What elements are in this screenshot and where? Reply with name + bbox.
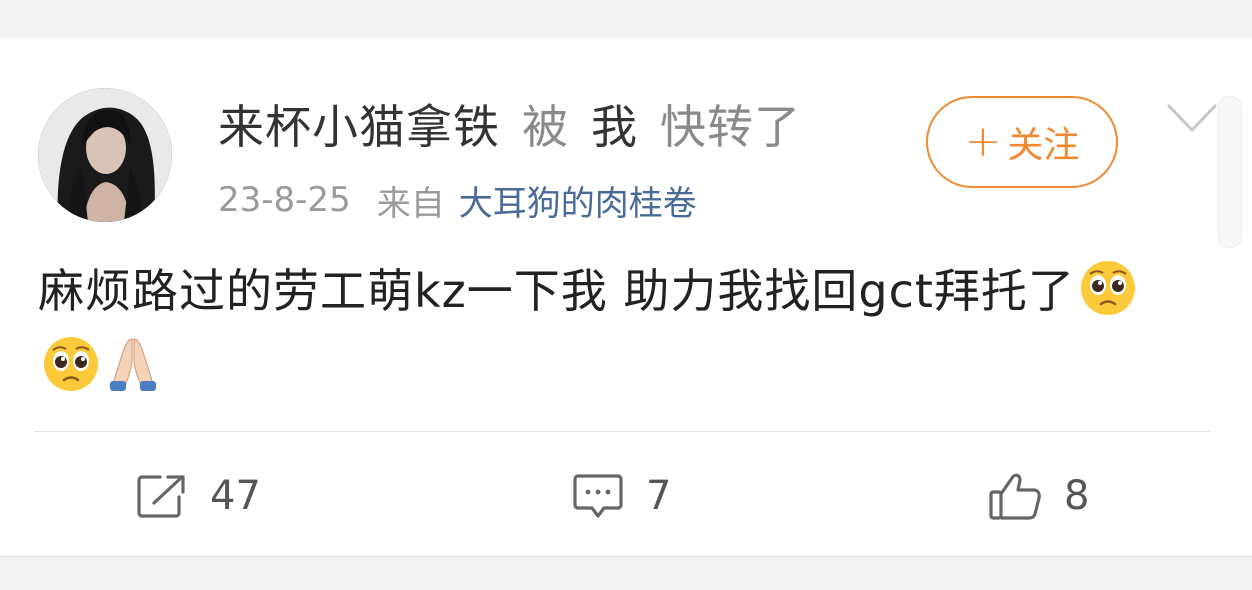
repost-button[interactable]: 47 [136,466,261,526]
comment-count: 7 [646,473,672,519]
pleading-face-emoji [42,335,100,410]
scroll-indicator [1218,96,1242,248]
chevron-down-icon[interactable] [1166,102,1218,136]
like-button[interactable]: 8 [988,466,1089,526]
post-card: 来杯小猫拿铁 被 我 快转了 23-8-25 来自 大耳狗的肉桂卷 + 关注 麻… [0,38,1252,556]
avatar[interactable] [38,88,172,222]
repost-suffix: 快转了 [660,100,801,154]
bottom-separator [0,556,1252,590]
source-link[interactable]: 大耳狗的肉桂卷 [459,176,697,225]
post-header-line: 来杯小猫拿铁 被 我 快转了 [218,94,801,154]
like-count: 8 [1064,473,1090,519]
repost-actor[interactable]: 我 [591,91,638,157]
top-separator [0,0,1252,39]
post-body: 麻烦路过的劳工萌kz一下我 助力我找回gct拜托了 [38,258,1198,410]
comment-icon [573,474,623,518]
repost-count: 47 [210,473,261,519]
repost-icon [137,475,185,518]
divider [34,431,1210,432]
follow-label: 关注 [1007,125,1080,166]
author-name[interactable]: 来杯小猫拿铁 [218,91,500,157]
comment-button[interactable]: 7 [572,466,671,526]
follow-button[interactable]: + 关注 [926,96,1118,188]
post-date: 23-8-25 [218,180,351,220]
folded-hands-emoji [104,335,162,410]
avatar-image [38,88,172,222]
repost-verb: 被 [522,100,569,154]
plus-icon: + [964,116,1002,167]
pleading-face-emoji [1079,259,1137,334]
post-text: 麻烦路过的劳工萌kz一下我 助力我找回gct拜托了 [38,264,1075,318]
post-meta: 23-8-25 来自 大耳狗的肉桂卷 [218,176,697,225]
source-label: 来自 [376,183,445,224]
like-icon [989,473,1041,520]
